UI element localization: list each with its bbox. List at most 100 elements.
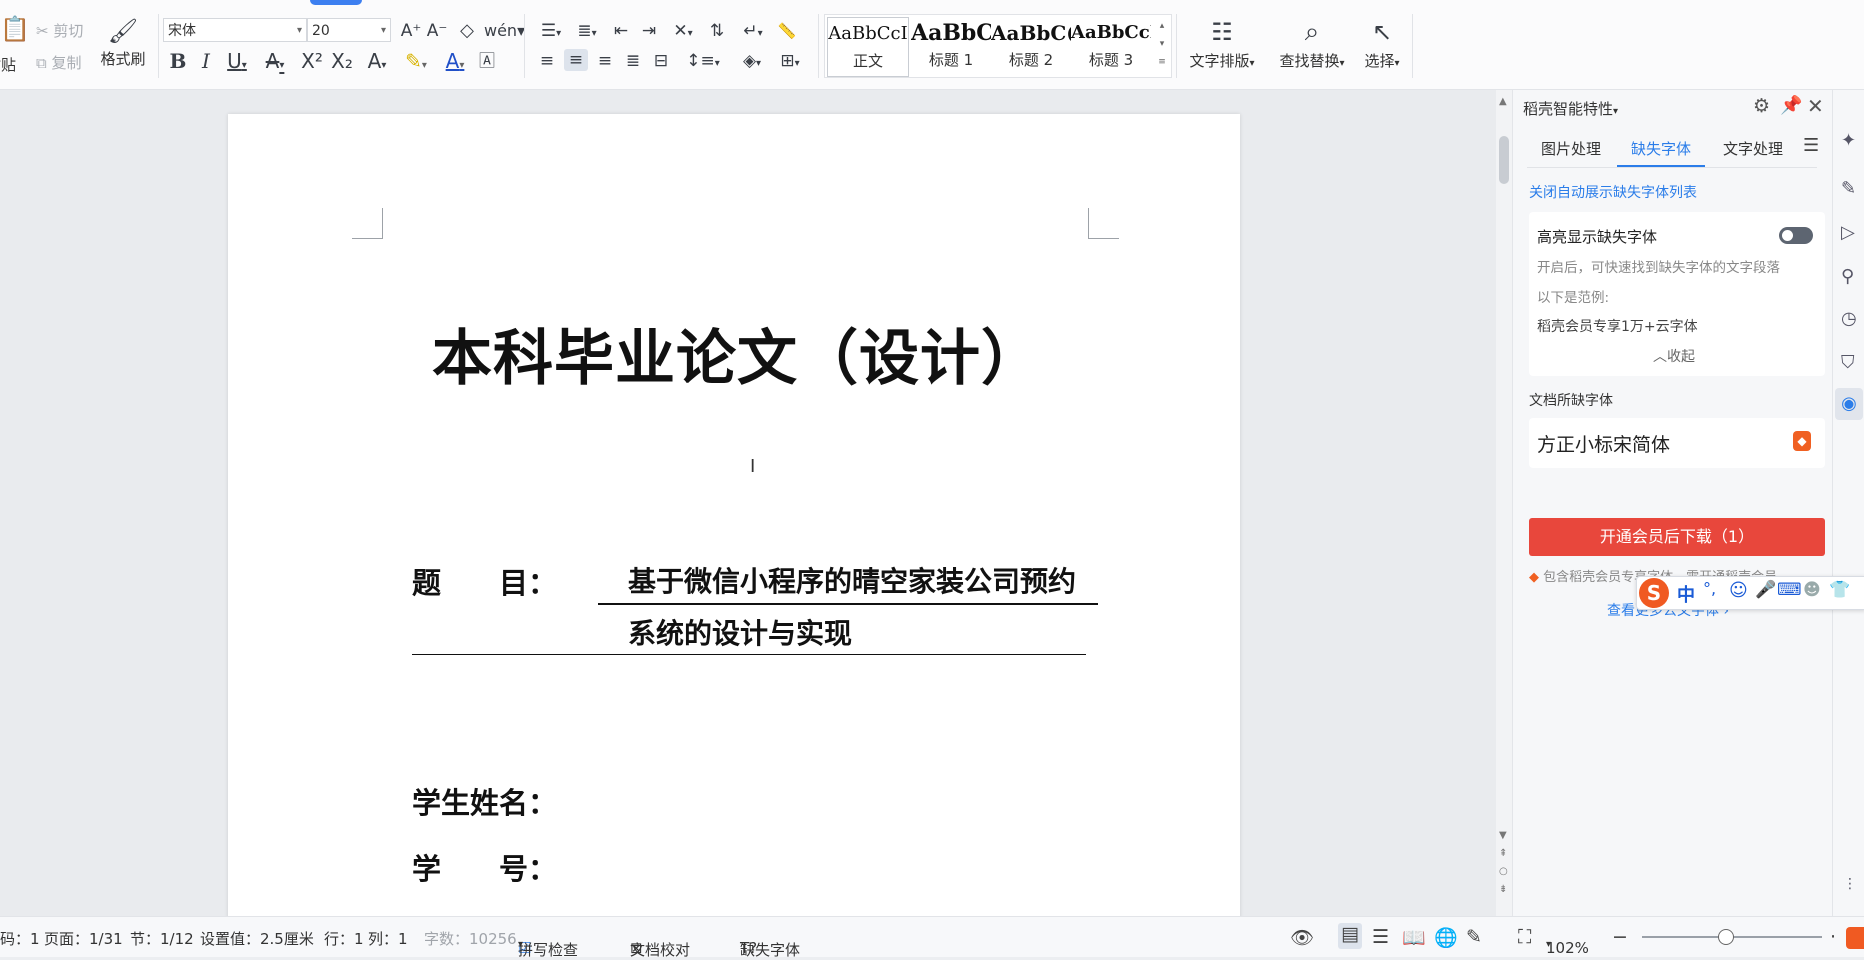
decrease-indent-icon[interactable]: ⇤	[610, 20, 632, 42]
font-feature-icon[interactable]: ◉	[1835, 388, 1863, 420]
reading-view-icon[interactable]: 📖	[1402, 926, 1426, 949]
text-effect-icon[interactable]: A▾	[362, 50, 392, 77]
scroll-thumb[interactable]	[1499, 136, 1509, 184]
style-heading-3[interactable]: AaBbCcI 标题 3	[1071, 17, 1151, 75]
distributed-icon[interactable]: ⊟	[650, 50, 672, 72]
underline-icon[interactable]: U▾	[224, 50, 250, 77]
tab-text-processing[interactable]: 文字处理	[1723, 138, 1783, 159]
status-word-count[interactable]: 字数：10256	[424, 928, 517, 949]
gear-icon[interactable]: ⚙	[1753, 95, 1770, 117]
tab-missing-fonts[interactable]: 缺失字体	[1631, 138, 1691, 159]
numbered-list-icon[interactable]: ≣▾	[572, 20, 602, 45]
italic-icon[interactable]: I	[196, 50, 216, 72]
web-view-icon[interactable]: 🌐	[1434, 926, 1458, 949]
align-center-icon[interactable]: ≡	[564, 49, 588, 71]
font-size-select[interactable]: 20 ▾	[307, 18, 391, 42]
align-left-icon[interactable]: ≡	[536, 50, 558, 72]
strikethrough-icon[interactable]: A▾	[262, 50, 288, 77]
zoom-value: 102%	[1546, 939, 1589, 957]
sort-icon[interactable]: ⇅	[706, 20, 728, 42]
subscript-icon[interactable]: X₂	[330, 50, 354, 72]
style-gallery-scroll[interactable]: ▴ ▾ ≡	[1155, 17, 1169, 73]
zoom-slider-thumb[interactable]	[1718, 929, 1734, 945]
panel-title[interactable]: 稻壳智能特性▾	[1523, 98, 1618, 119]
keyboard-icon[interactable]: ⌨	[1777, 580, 1802, 600]
highlight-toggle[interactable]	[1779, 227, 1813, 244]
style-heading-1[interactable]: AaBbC 标题 1	[911, 17, 991, 75]
next-page-icon[interactable]: ⇟	[1499, 884, 1507, 895]
sparkle-icon[interactable]: ✦	[1841, 130, 1856, 151]
zoom-slider[interactable]	[1642, 929, 1822, 945]
fit-page-icon[interactable]: ⛶	[1518, 926, 1531, 948]
phonetic-guide-icon[interactable]: wén▾	[484, 20, 525, 42]
collapse-button[interactable]: ︿收起	[1653, 346, 1695, 366]
char-border-icon[interactable]: 🄰	[476, 50, 498, 72]
borders-icon[interactable]: ⊞▾	[774, 50, 806, 75]
scroll-down-icon[interactable]: ▼	[1499, 830, 1507, 841]
microphone-icon[interactable]: 🎤	[1755, 580, 1776, 600]
adjust-icon[interactable]: ⚲	[1841, 266, 1854, 287]
style-heading-2[interactable]: AaBbC( 标题 2	[991, 17, 1071, 75]
page-view-icon[interactable]: ▤	[1338, 923, 1362, 949]
highlight-icon[interactable]: ✎▾	[398, 50, 434, 77]
ruler-icon[interactable]: 📏	[774, 20, 800, 42]
clear-format-icon[interactable]: ◇	[456, 20, 478, 42]
text-layout-button[interactable]: ☷ 文字排版▾	[1184, 14, 1260, 78]
menu-icon[interactable]: ☰	[1803, 135, 1819, 156]
select-browse-icon[interactable]: ○	[1499, 866, 1508, 877]
format-painter-button[interactable]: 🖌 格式刷	[98, 14, 148, 78]
paste-button[interactable]: 📋 粘贴	[0, 14, 30, 78]
status-page[interactable]: 页面：1/31	[44, 928, 123, 949]
side-icon-rail: ✦ ✎ ▷ ⚲ ◷ ⛉ ◉ ⋮	[1832, 90, 1864, 916]
highlight-desc: 开启后，可快速找到缺失字体的文字段落	[1537, 260, 1780, 276]
style-normal[interactable]: AaBbCcI 正文	[827, 17, 909, 77]
prev-page-icon[interactable]: ⇞	[1499, 848, 1507, 859]
download-button[interactable]: 开通会员后下载（1）	[1529, 518, 1825, 556]
punctuation-icon[interactable]: °,	[1703, 579, 1716, 598]
line-spacing-icon[interactable]: ↕≡▾	[686, 50, 720, 75]
pen-icon[interactable]: ✎	[1841, 178, 1856, 199]
tab-image-processing[interactable]: 图片处理	[1541, 138, 1601, 159]
bullet-list-icon[interactable]: ☰▾	[536, 20, 566, 45]
missing-font-card[interactable]: 方正小标宋简体 ◆	[1529, 418, 1825, 468]
font-color-icon[interactable]: A▾	[440, 50, 470, 77]
eye-icon[interactable]: 👁	[1290, 926, 1314, 949]
zoom-out-icon[interactable]: −	[1612, 926, 1628, 948]
shield-icon[interactable]: ⛉	[1841, 352, 1855, 373]
close-auto-show-link[interactable]: 关闭自动展示缺失字体列表	[1529, 182, 1697, 202]
ime-mode[interactable]: 中	[1677, 581, 1695, 607]
pointer-icon[interactable]: ▷	[1841, 222, 1855, 243]
font-name-select[interactable]: 宋体 ▾	[163, 18, 307, 42]
align-right-icon[interactable]: ≡	[594, 50, 616, 72]
shading-icon[interactable]: ◈▾	[736, 50, 768, 75]
scissors-icon: ✂	[36, 22, 49, 40]
zoom-in-icon[interactable]: ⋅	[1830, 926, 1836, 948]
document-scrollbar[interactable]: ▲ ▼ ⇞ ○ ⇟	[1496, 90, 1512, 916]
bold-icon[interactable]: B	[168, 50, 188, 72]
document-canvas[interactable]: 本科毕业论文（设计） I 题 目： 基于微信小程序的晴空家装公司预约 系统的设计…	[0, 90, 1496, 916]
copy-button[interactable]: ⧉ 复制	[36, 52, 82, 73]
pin-icon[interactable]: 📌	[1780, 95, 1802, 116]
grow-font-icon[interactable]: A⁺	[400, 20, 422, 42]
justify-icon[interactable]: ≣	[622, 50, 644, 72]
outline-view-icon[interactable]: ☰	[1372, 926, 1389, 948]
scroll-up-icon[interactable]: ▲	[1499, 96, 1507, 107]
skin-icon[interactable]: 👕	[1829, 580, 1850, 600]
superscript-icon[interactable]: X²	[300, 50, 324, 72]
increase-indent-icon[interactable]: ⇥	[638, 20, 660, 42]
user-icon[interactable]: ☻	[1803, 580, 1821, 600]
paragraph-mark-icon[interactable]: ↵▾	[738, 20, 768, 45]
ime-toolbar[interactable]: S 中 °, ☺ 🎤 ⌨ ☻ 👕	[1636, 576, 1864, 610]
find-replace-button[interactable]: ⌕ 查找替换▾	[1274, 14, 1350, 78]
shrink-font-icon[interactable]: A⁻	[426, 20, 448, 42]
select-button[interactable]: ↖ 选择▾	[1354, 14, 1410, 78]
more-dots-icon[interactable]: ⋮	[1843, 876, 1857, 892]
document-page[interactable]: 本科毕业论文（设计） I 题 目： 基于微信小程序的晴空家装公司预约 系统的设计…	[228, 114, 1240, 916]
clock-icon[interactable]: ◷	[1841, 308, 1857, 329]
chinese-layout-icon[interactable]: ✕▾	[668, 20, 698, 45]
emoji-icon[interactable]: ☺	[1729, 580, 1748, 601]
cut-button[interactable]: ✂ 剪切	[36, 20, 83, 41]
text-cursor-icon: I	[750, 456, 756, 477]
close-icon[interactable]: ✕	[1807, 94, 1824, 118]
write-view-icon[interactable]: ✎	[1466, 926, 1482, 948]
